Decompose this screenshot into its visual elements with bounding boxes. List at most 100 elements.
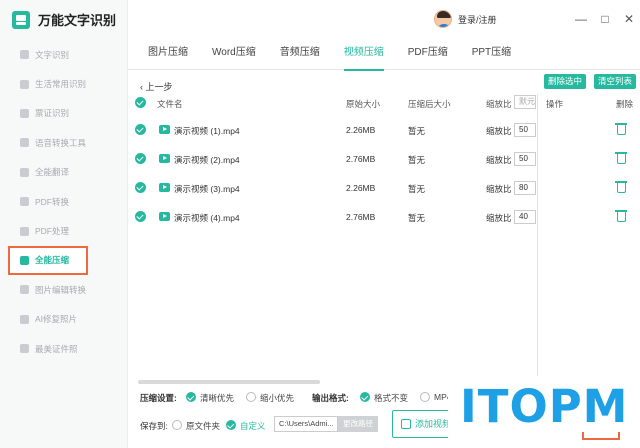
pdf-convert-icon <box>20 197 29 207</box>
row-original-size: 2.26MB <box>346 183 376 193</box>
original-folder-radio[interactable] <box>172 420 182 430</box>
video-file-icon <box>159 183 170 192</box>
row-filename: 演示视频 (3).mp4 <box>174 184 240 194</box>
clarity-first-label: 清晰优先 <box>200 393 235 403</box>
add-file-icon <box>401 419 411 429</box>
trash-icon[interactable] <box>615 152 627 164</box>
header-ops: 操作 <box>546 99 564 109</box>
tab-ppt-compress[interactable]: PPT压缩 <box>460 40 523 70</box>
operations-column <box>537 94 640 378</box>
sidebar-item-ticket-ocr[interactable]: 票证识别 <box>0 99 128 128</box>
compress-tabs: 图片压缩 Word压缩 音频压缩 视频压缩 PDF压缩 PPT压缩 <box>128 40 640 71</box>
clear-list-button[interactable]: 清空列表 <box>594 74 637 89</box>
maximize-icon[interactable]: □ <box>598 12 612 26</box>
header-ratio: 缩放比 <box>486 99 512 109</box>
header-compressed-size: 压缩后大小 <box>408 99 451 109</box>
mp4-format-radio[interactable] <box>420 392 430 402</box>
keep-format-radio[interactable] <box>360 392 370 402</box>
save-path-input[interactable]: C:\Users\Admi... <box>274 416 338 432</box>
trash-icon[interactable] <box>615 123 627 135</box>
sidebar-item-translate[interactable]: 全能翻译 <box>0 158 128 187</box>
row-checkbox[interactable] <box>135 211 146 222</box>
image-edit-icon <box>20 285 29 295</box>
app-title: 万能文字识别 <box>38 13 117 28</box>
clarity-first-radio[interactable] <box>186 392 196 402</box>
row-checkbox[interactable] <box>135 182 146 193</box>
watermark-text: ITOPM <box>460 380 629 433</box>
header-delete: 删除 <box>616 99 634 109</box>
row-compressed-size: 暂无 <box>408 155 426 165</box>
tab-video-compress[interactable]: 视频压缩 <box>332 40 396 71</box>
trash-icon[interactable] <box>615 181 627 193</box>
row-ratio-label: 缩放比 <box>486 184 512 194</box>
minimize-icon[interactable]: — <box>574 12 588 26</box>
compress-icon <box>20 255 29 265</box>
sidebar-item-id-photo[interactable]: 最美证件照 <box>0 334 128 363</box>
tab-image-compress[interactable]: 图片压缩 <box>136 40 200 70</box>
tab-audio-compress[interactable]: 音频压缩 <box>268 40 332 70</box>
select-all-checkbox[interactable] <box>135 97 146 108</box>
horizontal-scrollbar[interactable] <box>138 380 320 384</box>
tab-pdf-compress[interactable]: PDF压缩 <box>396 40 460 70</box>
compress-setting-label: 压缩设置: <box>140 393 177 403</box>
row-checkbox[interactable] <box>135 124 146 135</box>
sidebar-item-life-ocr[interactable]: 生活常用识别 <box>0 69 128 98</box>
sidebar-item-speech-tools[interactable]: 语音转换工具 <box>0 128 128 157</box>
row-ratio-input[interactable]: 50 <box>514 152 536 166</box>
table-row[interactable]: 演示视频 (3).mp4 2.26MB 暂无 缩放比 80 <box>130 174 536 203</box>
row-original-size: 2.76MB <box>346 212 376 222</box>
sidebar-item-image-edit[interactable]: 图片编辑转换 <box>0 275 128 304</box>
ticket-icon <box>20 108 29 118</box>
row-original-size: 2.76MB <box>346 154 376 164</box>
life-ocr-icon <box>20 79 29 89</box>
video-file-icon <box>159 154 170 163</box>
custom-folder-radio[interactable] <box>226 420 236 430</box>
row-filename: 演示视频 (1).mp4 <box>174 126 240 136</box>
login-area[interactable]: 登录/注册 <box>434 10 497 28</box>
output-format-label: 输出格式: <box>312 393 349 403</box>
row-checkbox[interactable] <box>135 153 146 164</box>
highlight-box <box>582 432 620 440</box>
header: 登录/注册 — □ ✕ <box>128 0 640 40</box>
sidebar-item-text-ocr[interactable]: 文字识别 <box>0 40 128 69</box>
row-ratio-input[interactable]: 40 <box>514 210 536 224</box>
video-file-icon <box>159 125 170 134</box>
row-ratio-label: 缩放比 <box>486 126 512 136</box>
trash-icon[interactable] <box>615 210 627 222</box>
text-ocr-icon <box>20 50 29 60</box>
video-file-icon <box>159 212 170 221</box>
translate-icon <box>20 167 29 177</box>
row-filename: 演示视频 (2).mp4 <box>174 155 240 165</box>
speech-icon <box>20 138 29 148</box>
table-row[interactable]: 演示视频 (1).mp4 2.26MB 暂无 缩放比 50 <box>130 116 536 145</box>
header-filename: 文件名 <box>157 99 183 109</box>
back-button[interactable]: ‹ 上一步 <box>140 80 173 93</box>
avatar-icon[interactable] <box>434 10 452 28</box>
change-path-button[interactable]: 更改路径 <box>338 416 378 432</box>
ratio-all-input[interactable]: 默元 <box>514 95 536 109</box>
size-first-radio[interactable] <box>246 392 256 402</box>
close-icon[interactable]: ✕ <box>622 12 636 26</box>
table-header: 文件名 原始大小 压缩后大小 缩放比 默元 操作 删除 <box>130 94 640 112</box>
sidebar-item-ai-repair[interactable]: AI修复照片 <box>0 305 128 334</box>
sidebar-item-pdf-process[interactable]: PDF处理 <box>0 216 128 245</box>
table-row[interactable]: 演示视频 (2).mp4 2.76MB 暂无 缩放比 50 <box>130 145 536 174</box>
sidebar-item-pdf-convert[interactable]: PDF转换 <box>0 187 128 216</box>
save-to-label: 保存到: <box>140 421 168 431</box>
row-ratio-input[interactable]: 50 <box>514 123 536 137</box>
size-first-label: 缩小优先 <box>260 393 295 403</box>
custom-folder-label: 自定义 <box>240 421 266 431</box>
tab-word-compress[interactable]: Word压缩 <box>200 40 268 70</box>
login-link[interactable]: 登录/注册 <box>458 13 497 26</box>
sidebar-item-compress[interactable]: 全能压缩 <box>8 245 88 276</box>
delete-selected-button[interactable]: 删除选中 <box>544 74 587 89</box>
row-ratio-input[interactable]: 80 <box>514 181 536 195</box>
app-logo-icon <box>12 10 30 29</box>
original-folder-label: 原文件夹 <box>186 421 221 431</box>
row-compressed-size: 暂无 <box>408 184 426 194</box>
sidebar: 万能文字识别 文字识别 生活常用识别 票证识别 语音转换工具 全能翻译 PDF转… <box>0 0 128 448</box>
table-row[interactable]: 演示视频 (4).mp4 2.76MB 暂无 缩放比 40 <box>130 203 536 232</box>
row-original-size: 2.26MB <box>346 125 376 135</box>
keep-format-label: 格式不变 <box>374 393 409 403</box>
row-ratio-label: 缩放比 <box>486 155 512 165</box>
